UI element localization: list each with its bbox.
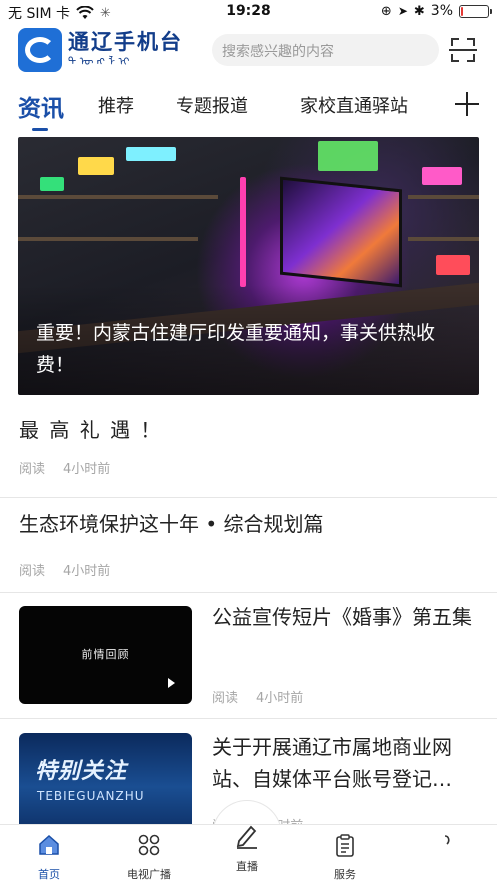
decor-shelf — [408, 195, 479, 199]
decor-light — [436, 255, 470, 275]
battery-percent: 3% — [430, 3, 453, 19]
decor-shelf — [18, 195, 218, 199]
nav-label: 直播 — [236, 860, 258, 873]
bluetooth-icon: ✱ — [413, 3, 425, 19]
article-meta: 阅读 4小时前 — [19, 560, 110, 579]
tongliao-logo-icon — [18, 28, 62, 72]
article-item[interactable]: 生态环境保护这十年 • 综合规划篇 阅读 4小时前 — [0, 498, 497, 592]
app-name: 通辽手机台 — [68, 30, 183, 54]
tab-news[interactable]: 资讯 — [18, 89, 64, 123]
nav-service[interactable]: 服务 — [310, 833, 380, 882]
app-logo[interactable]: 通辽手机台 ᠲ ᠦ ᠩ ᠯ ᠢ — [18, 28, 183, 72]
decor-shelf — [18, 237, 198, 241]
article-title: 最 高 礼 遇 ！ — [19, 418, 163, 442]
article-thumbnail: 特别关注 TEBIEGUANZHU — [19, 733, 192, 831]
battery-fill — [461, 6, 463, 16]
tab-home-school[interactable]: 家校直通驿站 — [300, 92, 408, 118]
banner-caption: 重要！内蒙古住建厅印发重要通知，事关供热收费！ — [36, 322, 436, 376]
nav-live[interactable]: 直播 — [212, 821, 282, 874]
decor-light — [78, 157, 114, 175]
grid-icon — [138, 834, 160, 856]
nav-profile[interactable] — [408, 833, 478, 866]
decor-light — [40, 177, 64, 191]
article-title: 生态环境保护这十年 • 综合规划篇 — [19, 512, 324, 536]
article-item[interactable]: 前情回顾 公益宣传短片《婚事》第五集 阅读 4小时前 — [0, 593, 497, 718]
logo-text: 通辽手机台 ᠲ ᠦ ᠩ ᠯ ᠢ — [68, 30, 183, 70]
thumbnail-subtext: TEBIEGUANZHU — [37, 789, 145, 803]
active-tab-indicator — [32, 128, 48, 131]
nav-tv-radio[interactable]: 电视广播 — [114, 833, 184, 882]
decor-light — [422, 167, 462, 185]
article-time: 4小时前 — [63, 564, 111, 579]
article-title: 关于开展通辽市属地商业网站、自媒体平台账号登记… — [212, 735, 452, 791]
article-time: 4小时前 — [256, 691, 304, 706]
thumbnail-text: 前情回顾 — [81, 648, 130, 661]
status-right: ⊕ ➤ ✱ 3% — [380, 3, 492, 19]
app-header: 通辽手机台 ᠲ ᠦ ᠩ ᠯ ᠢ 搜索感兴趣的内容 — [0, 26, 497, 76]
article-item[interactable]: 最 高 礼 遇 ！ 阅读 4小时前 — [0, 400, 497, 498]
article-thumbnail: 前情回顾 — [19, 606, 192, 704]
app-name-mongolian: ᠲ ᠦ ᠩ ᠯ ᠢ — [68, 55, 130, 68]
nav-label: 电视广播 — [127, 868, 171, 881]
article-meta: 阅读 4小时前 — [212, 687, 303, 706]
channel-tabs: 资讯 推荐 专题报道 家校直通驿站 — [0, 84, 497, 132]
user-icon — [444, 835, 450, 845]
article-title: 公益宣传短片《婚事》第五集 — [212, 605, 472, 629]
nav-label: 服务 — [334, 868, 356, 881]
decor-shelf — [408, 237, 479, 241]
nav-label: 首页 — [38, 868, 60, 881]
decor-light — [240, 177, 246, 287]
decor-light — [126, 147, 176, 161]
article-read-label: 阅读 — [212, 691, 239, 706]
article-meta: 阅读 4小时前 — [19, 458, 110, 477]
bottom-nav: 首页 电视广播 直播 服务 — [0, 824, 497, 883]
tab-special-reports[interactable]: 专题报道 — [176, 92, 248, 118]
nav-home[interactable]: 首页 — [14, 833, 84, 882]
orientation-lock-icon: ⊕ — [380, 3, 392, 19]
search-input[interactable]: 搜索感兴趣的内容 — [212, 34, 439, 66]
decor-light — [318, 141, 378, 171]
decor-monitor — [280, 176, 402, 288]
clipboard-icon — [336, 834, 354, 857]
pen-icon — [236, 825, 257, 849]
article-time: 4小时前 — [63, 462, 111, 477]
add-channel-icon[interactable] — [455, 92, 479, 116]
home-icon — [39, 834, 59, 855]
play-icon — [168, 678, 175, 688]
status-bar: 无 SIM 卡 ✳ 19:28 ⊕ ➤ ✱ 3% — [0, 0, 497, 24]
battery-icon — [459, 4, 492, 18]
scan-icon[interactable] — [449, 38, 477, 62]
featured-banner[interactable]: 重要！内蒙古住建厅印发重要通知，事关供热收费！ — [18, 137, 479, 395]
tab-recommend[interactable]: 推荐 — [98, 92, 134, 118]
article-read-label: 阅读 — [19, 462, 46, 477]
location-icon: ➤ — [397, 4, 408, 18]
thumbnail-text: 特别关注 — [35, 759, 128, 784]
article-read-label: 阅读 — [19, 564, 46, 579]
